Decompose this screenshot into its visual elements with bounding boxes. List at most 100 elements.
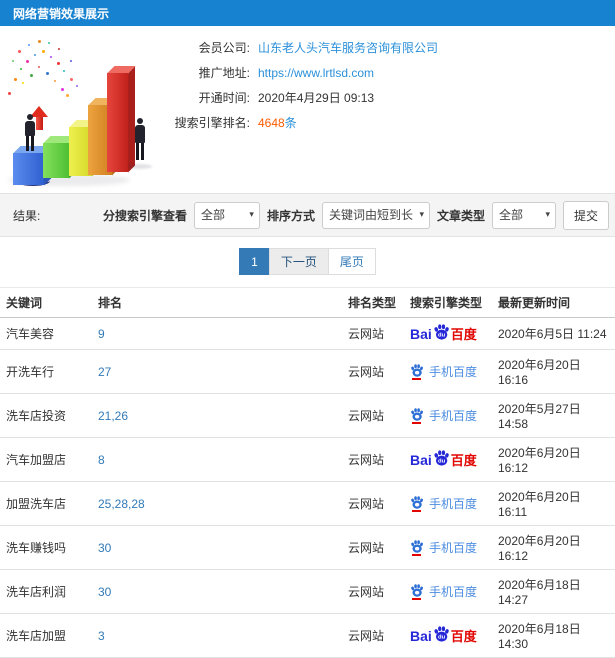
col-engine-type: 搜索引擎类型 xyxy=(407,287,495,318)
company-label: 会员公司: xyxy=(198,41,250,55)
pagination: 1 下一页 尾页 xyxy=(0,248,615,275)
info-row-opened: 开通时间: 2020年4月29日 09:13 xyxy=(170,85,615,110)
svg-text:du: du xyxy=(438,635,446,641)
baidu-pc-logo: Bai du 百度 xyxy=(410,324,477,343)
mobile-baidu-red-underline xyxy=(412,597,421,600)
article-select[interactable]: 全部 xyxy=(491,201,556,229)
updated-cell: 2020年6月20日 16:12 xyxy=(495,525,615,570)
col-rank: 排名 xyxy=(95,287,345,318)
company-link[interactable]: 山东老人头汽车服务咨询有限公司 xyxy=(258,39,438,56)
results-table: 关键词 排名 排名类型 搜索引擎类型 最新更新时间 汽车美容 9 云网站 Bai… xyxy=(0,287,615,658)
rank-type-cell: 云网站 xyxy=(345,481,407,526)
mobile-baidu-red-underline xyxy=(412,377,421,380)
baidu-pc-logo: Bai du 百度 xyxy=(410,450,477,469)
table-row: 洗车店投资 21,26 云网站 Bai du 百度 xyxy=(0,393,615,438)
engine-cell: Bai du 百度 xyxy=(407,437,495,482)
businessman-right xyxy=(133,118,147,160)
info-panel: 会员公司: 山东老人头汽车服务咨询有限公司 推广地址: https://www.… xyxy=(0,26,615,193)
bar-green xyxy=(43,136,76,178)
engine-cell: Bai du 百度 xyxy=(407,525,495,570)
table-header-row: 关键词 排名 排名类型 搜索引擎类型 最新更新时间 xyxy=(0,287,615,318)
table-row: 洗车店加盟 3 云网站 Bai du 百度 2020年6月18日 14:30 xyxy=(0,613,615,658)
updated-cell: 2020年6月5日 11:24 xyxy=(495,317,615,350)
baidu-paw-icon: du xyxy=(434,626,449,642)
keyword-cell: 汽车加盟店 xyxy=(0,437,95,482)
table-row: 洗车店利润 30 云网站 Bai du 百度 xyxy=(0,569,615,614)
baidu-cn-text: 百度 xyxy=(450,629,477,644)
rank-link[interactable]: 30 xyxy=(95,569,345,614)
article-select-wrap: 全部 xyxy=(491,201,556,229)
svg-text:du: du xyxy=(438,459,446,465)
rank-type-cell: 云网站 xyxy=(345,525,407,570)
rank-count-unit: 条 xyxy=(284,116,297,130)
baidu-pc-logo: Bai du 百度 xyxy=(410,626,477,645)
mobile-baidu-paw-icon xyxy=(410,583,424,600)
updated-cell: 2020年6月20日 16:16 xyxy=(495,349,615,394)
baidu-paw-icon: du xyxy=(434,450,449,466)
page-1-button[interactable]: 1 xyxy=(239,248,270,275)
mobile-baidu-text: 手机百度 xyxy=(429,497,478,511)
engine-cell: Bai du 百度 xyxy=(407,349,495,394)
window-title-bar: 网络营销效果展示 xyxy=(0,0,615,26)
rank-link[interactable]: 8 xyxy=(95,437,345,482)
engine-rank-value: 4648条 xyxy=(258,114,297,131)
rank-type-cell: 云网站 xyxy=(345,393,407,438)
rank-type-cell: 云网站 xyxy=(345,437,407,482)
mobile-baidu-paw-icon xyxy=(410,539,424,556)
mobile-baidu-red-underline xyxy=(412,553,421,556)
submit-button[interactable]: 提交 xyxy=(562,200,609,230)
rank-type-cell: 云网站 xyxy=(345,349,407,394)
rank-link[interactable]: 27 xyxy=(95,349,345,394)
info-row-rank-count: 搜索引擎排名: 4648条 xyxy=(170,110,615,135)
rank-link[interactable]: 9 xyxy=(95,317,345,350)
open-time-label: 开通时间: xyxy=(198,91,250,105)
filter-bar: 结果: 分搜索引擎查看 全部 排序方式 关键词由短到长排序 文章类型 全部 提交 xyxy=(0,193,615,237)
engine-filter-label: 分搜索引擎查看 xyxy=(102,208,187,223)
rank-link[interactable]: 25,28,28 xyxy=(95,481,345,526)
keyword-cell: 开洗车行 xyxy=(0,349,95,394)
sort-label: 排序方式 xyxy=(266,208,315,223)
bar-blue xyxy=(13,146,51,185)
engine-select-wrap: 全部 xyxy=(193,201,260,229)
businessman-left xyxy=(23,114,37,151)
promo-url-link[interactable]: https://www.lrtlsd.com xyxy=(258,66,374,80)
keyword-cell: 洗车店利润 xyxy=(0,569,95,614)
rank-type-cell: 云网站 xyxy=(345,613,407,658)
last-page-button[interactable]: 尾页 xyxy=(327,248,376,275)
mobile-baidu-text: 手机百度 xyxy=(429,409,478,423)
keyword-cell: 汽车美容 xyxy=(0,317,95,350)
mobile-baidu-logo: 手机百度 xyxy=(410,495,477,512)
keyword-cell: 洗车店加盟 xyxy=(0,613,95,658)
rank-link[interactable]: 30 xyxy=(95,525,345,570)
mobile-baidu-red-underline xyxy=(412,509,421,512)
rank-count-number: 4648 xyxy=(258,116,285,130)
updated-cell: 2020年5月27日 14:58 xyxy=(495,393,615,438)
mobile-baidu-paw-icon xyxy=(410,495,424,512)
table-row: 加盟洗车店 25,28,28 云网站 Bai du 百度 xyxy=(0,481,615,526)
keyword-cell: 洗车赚钱吗 xyxy=(0,525,95,570)
col-updated: 最新更新时间 xyxy=(495,287,615,318)
info-row-company: 会员公司: 山东老人头汽车服务咨询有限公司 xyxy=(170,35,615,60)
engine-select[interactable]: 全部 xyxy=(193,201,260,229)
table-row: 汽车加盟店 8 云网站 Bai du 百度 2020年6月20日 16:12 xyxy=(0,437,615,482)
rank-type-cell: 云网站 xyxy=(345,317,407,350)
mobile-baidu-text: 手机百度 xyxy=(429,585,478,599)
bar-red xyxy=(107,66,135,172)
col-keyword: 关键词 xyxy=(0,287,95,318)
keyword-cell: 加盟洗车店 xyxy=(0,481,95,526)
engine-cell: Bai du 百度 xyxy=(407,393,495,438)
baidu-cn-text: 百度 xyxy=(450,327,477,342)
engine-cell: Bai du 百度 xyxy=(407,613,495,658)
baidu-bai-text: Bai xyxy=(410,325,432,342)
updated-cell: 2020年6月20日 16:12 xyxy=(495,437,615,482)
rank-link[interactable]: 21,26 xyxy=(95,393,345,438)
col-rank-type: 排名类型 xyxy=(345,287,407,318)
sort-select[interactable]: 关键词由短到长排序 xyxy=(321,201,430,229)
engine-rank-label: 搜索引擎排名: xyxy=(174,116,250,130)
open-time-value: 2020年4月29日 09:13 xyxy=(258,91,375,105)
mobile-baidu-paw-icon xyxy=(410,363,424,380)
baidu-cn-text: 百度 xyxy=(450,453,477,468)
rank-link[interactable]: 3 xyxy=(95,613,345,658)
filter-controls: 分搜索引擎查看 全部 排序方式 关键词由短到长排序 文章类型 全部 提交 xyxy=(102,200,609,230)
next-page-button[interactable]: 下一页 xyxy=(268,248,329,275)
